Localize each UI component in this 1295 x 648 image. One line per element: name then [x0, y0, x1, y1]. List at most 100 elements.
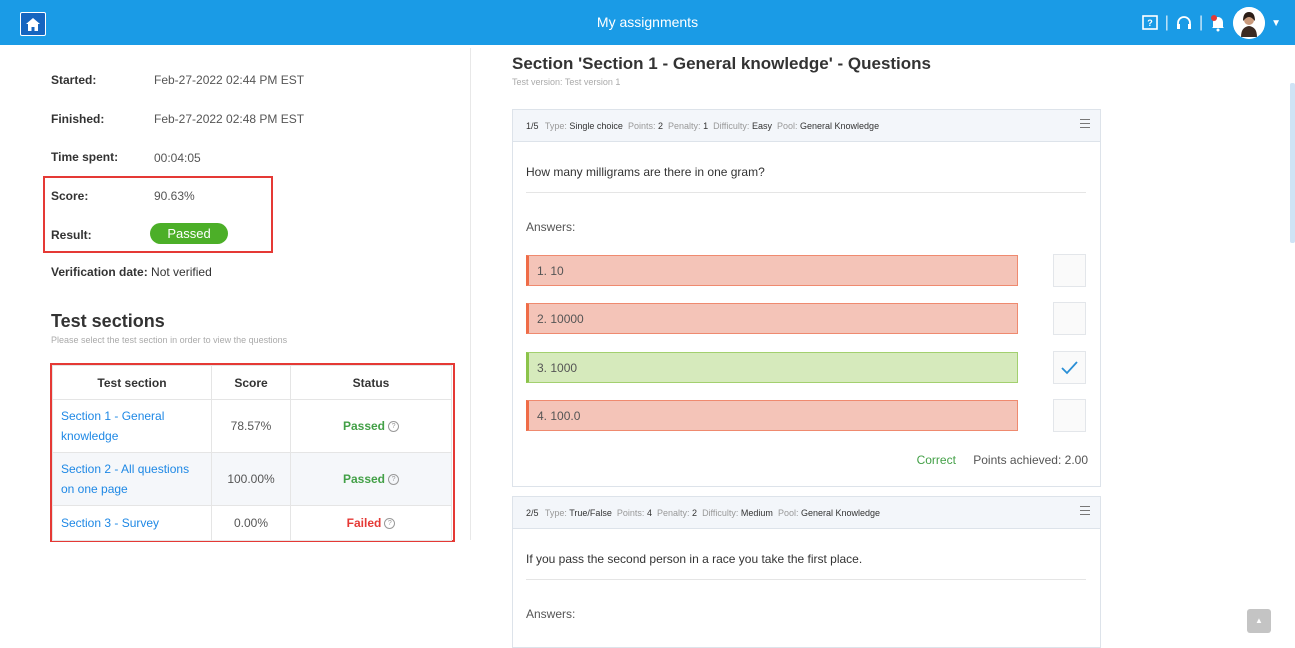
help-circle-icon[interactable]: ? — [384, 518, 396, 530]
column-divider — [470, 48, 471, 540]
svg-text:?: ? — [1147, 18, 1153, 28]
meta-label: Difficulty: — [713, 121, 750, 131]
column-header: Test section — [52, 365, 212, 400]
question-meta-bar: 2/5 Type: True/False Points: 4 Penalty: … — [513, 497, 1100, 529]
section-link[interactable]: Section 1 - General knowledge — [52, 399, 212, 453]
table-row[interactable]: Section 3 - Survey 0.00% Failed? — [52, 505, 452, 541]
back-to-top-icon[interactable]: ▲ — [1247, 609, 1271, 633]
top-right-icons: ? | | ▼ — [1141, 7, 1281, 39]
section-status: Passed? — [290, 399, 452, 453]
test-sections-title: Test sections — [51, 311, 165, 331]
manual-icon[interactable]: ? — [1141, 14, 1159, 32]
meta-value: 2 — [692, 508, 698, 518]
question-card: 1/5 Type: Single choice Points: 2 Penalt… — [512, 109, 1101, 487]
chevron-down-icon[interactable]: ▼ — [1271, 18, 1281, 29]
divider — [526, 579, 1086, 580]
section-name[interactable]: Section 3 - Survey — [61, 513, 203, 533]
section-name-cont[interactable]: knowledge — [61, 426, 203, 446]
status-text: Passed — [342, 472, 386, 486]
table-row[interactable]: Section 2 - All questions on one page 10… — [52, 452, 452, 506]
meta-label: Pool: — [777, 508, 799, 518]
result-badge: Passed — [150, 223, 228, 244]
meta-value: Medium — [740, 508, 773, 518]
help-circle-icon[interactable]: ? — [388, 474, 400, 486]
time-spent-label: Time spent: — [51, 150, 119, 164]
question-meta: 1/5 Type: Single choice Points: 2 Penalt… — [526, 121, 879, 131]
section-name[interactable]: Section 1 - General — [61, 406, 203, 426]
finished-value: Feb-27-2022 02:48 PM EST — [154, 112, 305, 126]
section-score: 100.00% — [211, 452, 291, 506]
answer-option: 2. 10000 — [526, 303, 1018, 334]
answer-option: 1. 10 — [526, 255, 1018, 286]
notification-bell-icon[interactable] — [1209, 14, 1227, 32]
points-achieved: Points achieved: 2.00 — [973, 453, 1088, 467]
meta-label: Penalty: — [656, 508, 690, 518]
meta-value: Easy — [751, 121, 772, 131]
meta-value: 4 — [646, 508, 652, 518]
section-name[interactable]: Section 2 - All questions — [61, 459, 203, 479]
section-score: 0.00% — [211, 505, 291, 541]
user-avatar[interactable] — [1233, 7, 1266, 39]
meta-value: Single choice — [569, 121, 623, 131]
question-text: If you pass the second person in a race … — [526, 552, 863, 566]
question-card: 2/5 Type: True/False Points: 4 Penalty: … — [512, 496, 1101, 648]
answer-option: 3. 1000 — [526, 352, 1018, 383]
meta-label: Type: — [544, 121, 567, 131]
meta-value: General Knowledge — [800, 508, 881, 518]
score-label: Score: — [51, 189, 89, 203]
question-text: How many milligrams are there in one gra… — [526, 165, 765, 179]
result-label: Result: — [51, 228, 92, 242]
section-score: 78.57% — [211, 399, 291, 453]
answer-option: 4. 100.0 — [526, 400, 1018, 431]
status-text: Failed — [346, 516, 382, 530]
scrollbar-thumb[interactable] — [1290, 83, 1295, 243]
help-circle-icon[interactable]: ? — [388, 421, 400, 433]
divider — [526, 192, 1086, 193]
column-header: Status — [290, 365, 452, 400]
meta-value: True/False — [569, 508, 612, 518]
answer-checkbox — [1053, 399, 1086, 432]
meta-value: 2 — [657, 121, 663, 131]
test-version: Test version: Test version 1 — [512, 77, 621, 87]
meta-label: Pool: — [776, 121, 798, 131]
meta-value: 1 — [703, 121, 709, 131]
table-header-row: Test section Score Status — [52, 365, 452, 400]
section-name-cont[interactable]: on one page — [61, 479, 203, 499]
questions-heading: Section 'Section 1 - General knowledge' … — [512, 54, 932, 73]
section-status: Failed? — [290, 505, 452, 541]
meta-value: General Knowledge — [800, 121, 880, 131]
question-meta: 2/5 Type: True/False Points: 4 Penalty: … — [526, 508, 880, 518]
answers-label: Answers: — [526, 607, 576, 621]
checkmark-icon — [1061, 361, 1078, 375]
verification-label: Verification date: — [51, 265, 148, 279]
page-title: My assignments — [596, 14, 699, 30]
menu-icon[interactable] — [1080, 506, 1090, 516]
time-spent-value: 00:04:05 — [154, 151, 201, 165]
question-meta-bar: 1/5 Type: Single choice Points: 2 Penalt… — [513, 110, 1100, 142]
meta-label: Type: — [544, 508, 567, 518]
started-label: Started: — [51, 73, 97, 87]
answer-checkbox — [1053, 254, 1086, 287]
section-link[interactable]: Section 2 - All questions on one page — [52, 452, 212, 506]
table-row[interactable]: Section 1 - General knowledge 78.57% Pas… — [52, 399, 452, 453]
headset-icon[interactable] — [1175, 14, 1193, 32]
result-status: Correct — [916, 453, 956, 467]
meta-label: Points: — [616, 508, 645, 518]
verification-date: Verification date: Not verified — [51, 265, 212, 279]
started-value: Feb-27-2022 02:44 PM EST — [154, 73, 305, 87]
status-text: Passed — [342, 419, 386, 433]
answer-checkbox — [1053, 302, 1086, 335]
finished-label: Finished: — [51, 112, 105, 126]
section-link[interactable]: Section 3 - Survey — [52, 505, 212, 541]
menu-icon[interactable] — [1080, 119, 1090, 129]
column-header: Score — [211, 365, 291, 400]
answer-checkbox — [1053, 351, 1086, 384]
meta-label: Points: — [627, 121, 656, 131]
top-bar: My assignments ? | | ▼ — [0, 0, 1295, 45]
meta-label: Penalty: — [668, 121, 701, 131]
score-value: 90.63% — [154, 189, 195, 203]
separator: | — [1198, 14, 1204, 31]
meta-label: Difficulty: — [702, 508, 739, 518]
answer-result: Correct Points achieved: 2.00 — [917, 453, 1088, 467]
section-status: Passed? — [290, 452, 452, 506]
